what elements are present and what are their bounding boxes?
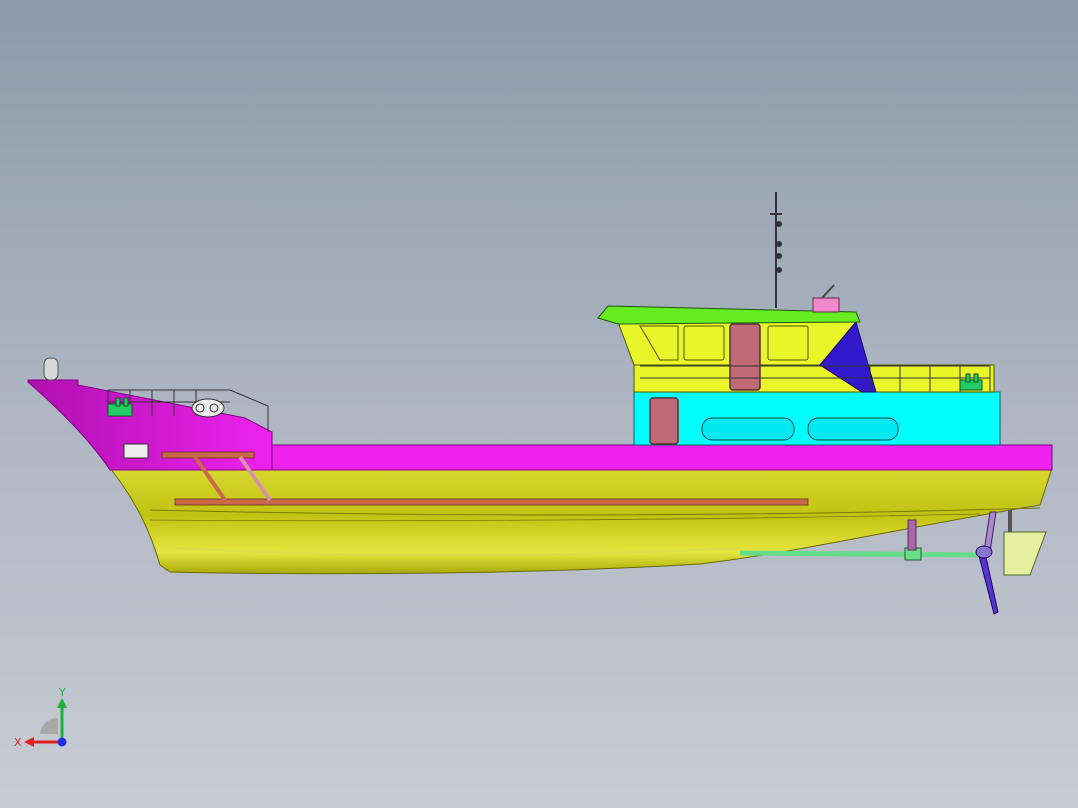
mast <box>770 192 782 308</box>
wheelhouse-door <box>729 323 761 391</box>
x-axis-label: X <box>14 736 22 749</box>
bow-light <box>43 357 59 381</box>
cabin-lower <box>633 391 1001 446</box>
graphics-viewport[interactable]: Y X <box>0 0 1078 808</box>
lower-door <box>649 397 679 445</box>
ship-model-view[interactable] <box>0 0 1078 808</box>
anchor-pocket <box>123 443 149 459</box>
triad-plane-icon <box>40 717 58 734</box>
coordinate-triad: Y X <box>14 686 67 749</box>
searchlight-arm <box>821 284 835 299</box>
anchor-windlass <box>191 398 225 418</box>
rudder <box>1003 510 1047 576</box>
cabin-upper <box>617 320 995 393</box>
propeller <box>975 511 999 615</box>
y-axis-label: Y <box>58 686 66 699</box>
z-axis-dot <box>57 737 67 747</box>
roof-equipment <box>812 297 840 313</box>
